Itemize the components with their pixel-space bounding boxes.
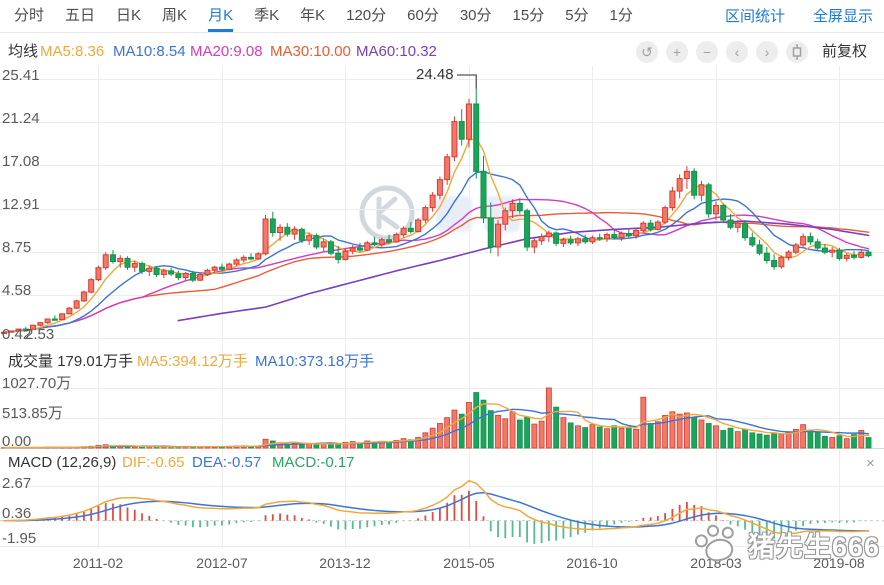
- close-macd-pane-icon[interactable]: ×: [866, 457, 875, 471]
- price-axis-label: 17.08: [2, 154, 40, 170]
- stock-chart-app: 分时 五日 日K 周K 月K 季K 年K 120分 60分 30分 15分 5分…: [0, 0, 884, 585]
- ma5-value: MA5:8.36: [40, 41, 104, 63]
- volume-axis-label: 0.00: [2, 434, 31, 450]
- macd-axis-label: 0.36: [2, 506, 31, 522]
- tab-quarterly-k[interactable]: 季K: [254, 0, 279, 32]
- peak-price-annotation: 24.48: [416, 66, 454, 83]
- reset-zoom-button[interactable]: ↺: [636, 41, 658, 63]
- tab-5day[interactable]: 五日: [65, 0, 95, 32]
- tab-120min[interactable]: 120分: [346, 0, 386, 32]
- tab-5min[interactable]: 5分: [565, 0, 588, 32]
- ma30-value: MA30:10.00: [270, 41, 351, 63]
- volume-ma10-value: MA10:373.18万手: [255, 351, 374, 373]
- author-watermark: 猪先生666: [748, 525, 880, 564]
- range-statistics-link[interactable]: 区间统计: [725, 0, 785, 33]
- tab-timeshare[interactable]: 分时: [14, 0, 44, 32]
- ma10-value: MA10:8.54: [113, 41, 186, 63]
- chart-canvas[interactable]: [0, 0, 884, 585]
- price-axis-label: 8.75: [2, 240, 31, 256]
- tab-daily-k[interactable]: 日K: [116, 0, 141, 32]
- price-axis-overlap-label: 2.53: [25, 327, 54, 343]
- tab-weekly-k[interactable]: 周K: [162, 0, 187, 32]
- macd-dea-value: DEA:-0.57: [192, 452, 261, 474]
- price-axis-label: 4.58: [2, 283, 31, 299]
- volume-ma5-value: MA5:394.12万手: [137, 351, 248, 373]
- pan-right-button[interactable]: ›: [756, 41, 778, 63]
- tab-yearly-k[interactable]: 年K: [300, 0, 325, 32]
- price-adjust-mode[interactable]: 前复权: [822, 41, 867, 63]
- tab-monthly-k[interactable]: 月K: [208, 0, 233, 32]
- tab-30min[interactable]: 30分: [460, 0, 492, 32]
- price-axis-label: 21.24: [2, 111, 40, 127]
- volume-title: 成交量 179.01万手: [8, 351, 133, 373]
- candle-style-button[interactable]: [786, 41, 808, 63]
- tab-15min[interactable]: 15分: [513, 0, 545, 32]
- macd-hist-value: MACD:-0.17: [272, 452, 355, 474]
- x-axis-label: 2012-07: [196, 555, 247, 571]
- candle-icon: [791, 44, 803, 60]
- macd-axis-label: -1.95: [2, 531, 36, 547]
- macd-dif-value: DIF:-0.65: [122, 452, 185, 474]
- ma20-value: MA20:9.08: [190, 41, 263, 63]
- x-axis-label: 2016-10: [566, 555, 617, 571]
- x-axis-label: 2015-05: [443, 555, 494, 571]
- ma-legend-title: 均线: [8, 41, 38, 63]
- volume-current-value: 179.01万手: [57, 353, 133, 370]
- tab-1min[interactable]: 1分: [610, 0, 633, 32]
- volume-axis-label: 1027.70万: [2, 376, 71, 392]
- macd-title: MACD (12,26,9): [8, 452, 116, 474]
- ma60-value: MA60:10.32: [356, 41, 437, 63]
- pan-left-button[interactable]: ‹: [726, 41, 748, 63]
- x-axis-label: 2013-12: [319, 555, 370, 571]
- tab-60min[interactable]: 60分: [407, 0, 439, 32]
- volume-title-text: 成交量: [8, 353, 53, 370]
- volume-axis-label: 513.85万: [2, 406, 63, 422]
- price-axis-label: 25.41: [2, 68, 40, 84]
- zoom-out-button[interactable]: −: [696, 41, 718, 63]
- macd-axis-label: 2.67: [2, 476, 31, 492]
- x-axis-label: 2011-02: [73, 555, 123, 571]
- price-axis-label: 12.91: [2, 197, 40, 213]
- fullscreen-link[interactable]: 全屏显示: [813, 0, 873, 33]
- zoom-in-button[interactable]: +: [666, 41, 688, 63]
